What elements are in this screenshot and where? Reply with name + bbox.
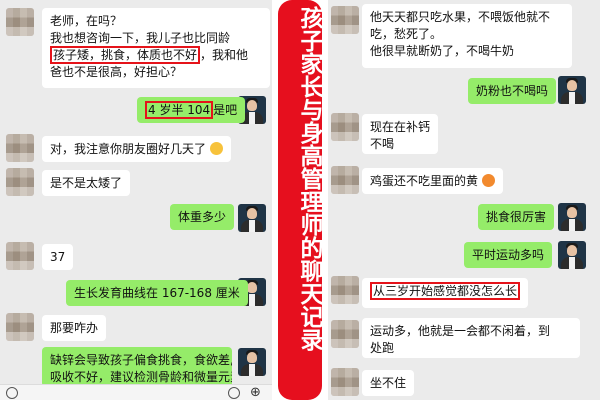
- plus-icon[interactable]: ⊕: [250, 385, 261, 400]
- parent-avatar[interactable]: [331, 276, 359, 304]
- parent-avatar[interactable]: [6, 168, 34, 196]
- angry-emoji-icon: [481, 174, 495, 187]
- parent-avatar[interactable]: [331, 6, 359, 34]
- message-text: 平时运动多吗: [472, 248, 545, 262]
- highlight-box: 从三岁开始感觉都没怎么长: [370, 282, 521, 300]
- chat-message: 生长发育曲线在 167-168 厘米: [66, 280, 248, 306]
- chat-message: 那要咋办: [42, 315, 107, 341]
- message-text: 奶粉也不喝吗: [476, 84, 549, 98]
- voice-icon[interactable]: [6, 387, 18, 399]
- message-line: 老师，在吗？: [50, 14, 123, 28]
- message-line: 我也想咨询一下，我儿子也比同龄: [50, 31, 231, 45]
- parent-avatar[interactable]: [331, 166, 359, 194]
- message-line: 不喝: [370, 137, 395, 151]
- message-text: 是吧: [213, 103, 238, 117]
- parent-avatar[interactable]: [6, 242, 34, 270]
- chat-message: 37: [42, 244, 74, 270]
- banner-title: 孩子家长与身高管理师的聊天记录: [296, 6, 322, 351]
- manager-avatar[interactable]: [558, 76, 586, 104]
- message-line: 处跑: [370, 341, 395, 355]
- chat-pane-left: 老师，在吗？ 我也想咨询一下，我儿子也比同龄 孩子矮，挑食，体质也不好 ，我和他 …: [0, 0, 272, 400]
- chat-message: 4 岁半 104 是吧: [137, 97, 246, 123]
- chat-message: 从三岁开始感觉都没怎么长: [362, 278, 529, 308]
- message-text: 是不是太矮了: [50, 176, 123, 190]
- message-line: 缺锌会导致孩子偏食挑食，食欲差,: [50, 353, 232, 367]
- message-text: ，我和他: [200, 48, 249, 62]
- message-line: 他天天都只吃水果，不喂饭他就不: [370, 10, 551, 24]
- message-text: 37: [50, 250, 66, 264]
- parent-avatar[interactable]: [331, 368, 359, 396]
- message-text: 挑食很厉害: [486, 210, 547, 224]
- message-text: 坐不住: [370, 376, 407, 390]
- message-line: 孩子矮，挑食，体质也不好 ，我和他: [50, 46, 262, 64]
- parent-avatar[interactable]: [6, 134, 34, 162]
- highlight-box: 孩子矮，挑食，体质也不好: [50, 46, 201, 64]
- chat-message: 挑食很厉害: [478, 204, 555, 230]
- input-toolbar: ⊕: [0, 384, 272, 400]
- chat-message: 鸡蛋还不吃里面的黄: [362, 168, 503, 194]
- manager-avatar[interactable]: [558, 203, 586, 231]
- message-text: 体重多少: [178, 210, 227, 224]
- chat-message: 对，我注意你朋友圈好几天了: [42, 136, 231, 162]
- message-line: 爸也不是很高，好担心？: [50, 65, 183, 79]
- chat-message: 奶粉也不喝吗: [468, 78, 557, 104]
- parent-avatar[interactable]: [331, 320, 359, 348]
- chat-message: 现在在补钙 不喝: [362, 114, 439, 154]
- message-line: 运动多，他就是一会都不闲着，到: [370, 324, 551, 338]
- chat-message: 缺锌会导致孩子偏食挑食，食欲差, 吸收不好，建议检测骨龄和微量元素: [42, 347, 232, 387]
- parent-avatar[interactable]: [6, 8, 34, 36]
- message-text: 那要咋办: [50, 321, 99, 335]
- parent-avatar[interactable]: [331, 113, 359, 141]
- parent-avatar[interactable]: [6, 313, 34, 341]
- chat-message: 体重多少: [170, 204, 235, 230]
- message-line: 吃，愁死了。: [370, 27, 443, 41]
- manager-avatar[interactable]: [558, 241, 586, 269]
- emoji-icon[interactable]: [228, 387, 240, 399]
- message-text: 对，我注意你朋友圈好几天了: [50, 142, 207, 156]
- message-line: 他很早就断奶了，不喝牛奶: [370, 44, 515, 58]
- chat-message: 运动多，他就是一会都不闲着，到 处跑: [362, 318, 580, 358]
- chat-message: 他天天都只吃水果，不喂饭他就不 吃，愁死了。 他很早就断奶了，不喝牛奶: [362, 4, 572, 68]
- chat-message: 平时运动多吗: [464, 242, 553, 268]
- manager-avatar[interactable]: [238, 204, 266, 232]
- smile-emoji-icon: [209, 142, 223, 155]
- chat-message: 老师，在吗？ 我也想咨询一下，我儿子也比同龄 孩子矮，挑食，体质也不好 ，我和他 …: [42, 8, 270, 88]
- highlight-box: 4 岁半 104: [145, 101, 214, 119]
- message-text: 生长发育曲线在 167-168 厘米: [74, 286, 240, 300]
- title-banner: 孩子家长与身高管理师的聊天记录: [272, 0, 328, 400]
- chat-pane-right: 他天天都只吃水果，不喂饭他就不 吃，愁死了。 他很早就断奶了，不喝牛奶 奶粉也不…: [328, 0, 600, 400]
- manager-avatar[interactable]: [238, 348, 266, 376]
- chat-message: 坐不住: [362, 370, 415, 396]
- chat-message: 是不是太矮了: [42, 170, 131, 196]
- message-text: 鸡蛋还不吃里面的黄: [370, 174, 479, 188]
- message-line: 现在在补钙: [370, 120, 431, 134]
